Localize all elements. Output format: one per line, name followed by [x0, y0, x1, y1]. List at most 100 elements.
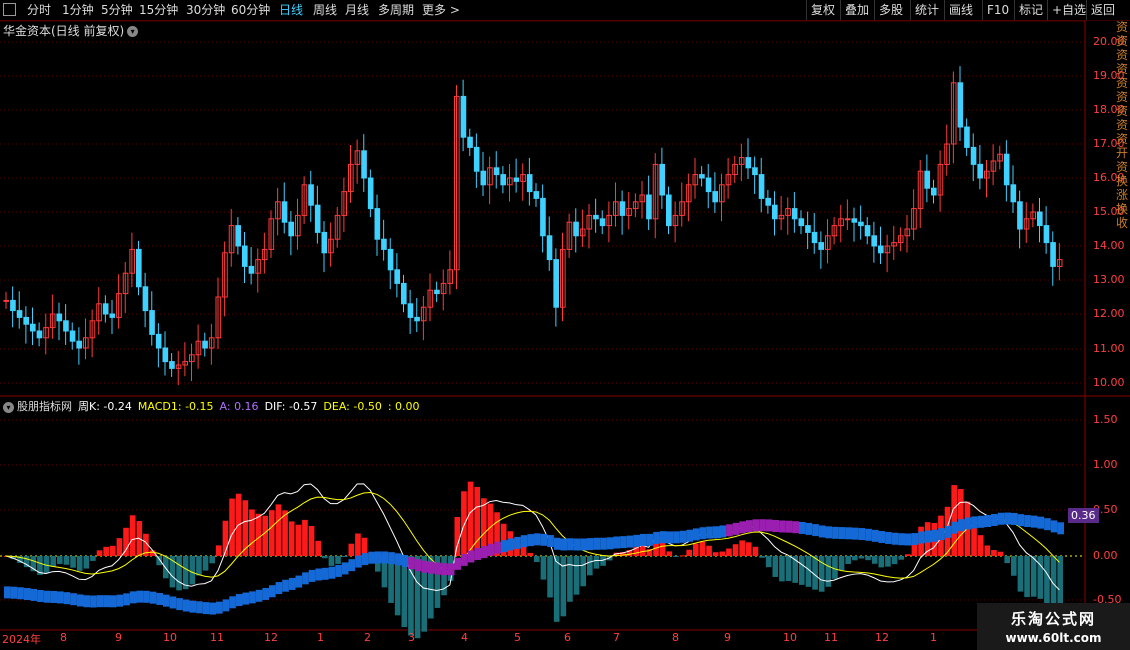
macd-bar	[911, 544, 918, 556]
candle-body	[619, 201, 626, 216]
trend-ribbon	[10, 586, 18, 599]
trend-ribbon	[428, 561, 435, 574]
indicator-axis-tick: 1.50	[1093, 413, 1118, 426]
macd-bar	[832, 556, 838, 579]
macd-bar	[699, 541, 706, 556]
candle-body	[155, 333, 162, 349]
trend-ribbon	[282, 579, 289, 592]
macd-bar	[752, 546, 759, 556]
trend-ribbon	[209, 602, 216, 615]
macd-bar	[70, 556, 76, 568]
trend-ribbon	[110, 595, 117, 608]
macd-bar	[686, 549, 692, 556]
macd-bar	[865, 556, 871, 561]
macd-bar	[50, 556, 56, 567]
macd-bar	[322, 556, 328, 559]
price-chart[interactable]	[0, 0, 1130, 650]
trend-ribbon	[43, 590, 51, 603]
trend-ribbon	[169, 596, 177, 609]
macd-bar	[593, 556, 600, 569]
trend-ribbon	[434, 562, 442, 575]
trend-ribbon	[401, 555, 409, 568]
macd-bar	[666, 551, 673, 556]
candle-body	[36, 330, 43, 339]
trend-ribbon	[229, 596, 236, 609]
date-axis-tick: 7	[613, 631, 620, 644]
trend-ribbon	[858, 528, 866, 541]
macd-bar	[1044, 556, 1050, 604]
trend-ribbon	[17, 587, 24, 600]
trend-ribbon	[852, 527, 859, 540]
macd-bar	[573, 556, 580, 595]
macd-bar	[580, 556, 586, 587]
date-axis-tick: 10	[163, 631, 177, 644]
trend-ribbon	[712, 526, 720, 539]
candle-body	[387, 248, 394, 271]
date-axis-tick: 3	[408, 631, 415, 644]
macd-bar	[1024, 556, 1030, 598]
candle-body	[76, 340, 82, 349]
indicator-value: 周K: -0.24	[78, 400, 132, 413]
date-axis-tick: 5	[514, 631, 521, 644]
trend-ribbon	[189, 600, 197, 613]
trend-ribbon	[381, 551, 389, 564]
date-axis-tick: 8	[672, 631, 679, 644]
macd-bar	[726, 548, 732, 556]
date-axis-tick: 11	[824, 631, 838, 644]
trend-ribbon	[587, 538, 594, 551]
macd-bar	[779, 556, 785, 582]
macd-bar	[706, 545, 712, 556]
candle-body	[871, 235, 877, 247]
trend-ribbon	[90, 595, 97, 608]
trend-ribbon	[752, 519, 760, 532]
candle-body	[1017, 201, 1023, 230]
trend-ribbon	[57, 591, 64, 604]
macd-bar	[739, 540, 745, 556]
candle-body	[957, 82, 964, 128]
trend-ribbon	[958, 519, 965, 532]
chevron-down-icon[interactable]: ▾	[3, 401, 14, 413]
candle-body	[526, 174, 533, 193]
trend-ribbon	[520, 535, 528, 548]
candle-body	[858, 221, 864, 227]
macd-bar	[799, 556, 805, 585]
trend-ribbon	[494, 541, 501, 554]
trend-ribbon	[951, 521, 958, 534]
macd-bar	[772, 556, 779, 577]
macd-bar	[679, 555, 686, 557]
macd-bar	[328, 556, 335, 566]
macd-bar	[991, 550, 997, 556]
macd-bar	[878, 556, 885, 568]
macd-bar	[83, 556, 90, 569]
candle-body	[367, 177, 374, 210]
trend-ribbon	[83, 595, 91, 608]
trend-ribbon	[76, 594, 84, 607]
trend-ribbon	[593, 537, 601, 550]
candle-body	[513, 177, 520, 182]
macd-bar	[335, 556, 341, 564]
candle-body	[1037, 211, 1043, 227]
trend-ribbon	[865, 528, 872, 541]
macd-bar	[63, 556, 70, 565]
trend-ribbon	[1004, 512, 1011, 525]
trend-ribbon	[792, 521, 799, 534]
macd-bar	[997, 551, 1004, 556]
indicator-header: ▾ 股朋指标网 周K: -0.24 MACD1: -0.15 A: 0.16 DIF: -…	[3, 398, 432, 414]
trend-ribbon	[606, 537, 614, 550]
date-axis-tick: 10	[783, 631, 797, 644]
trend-ribbon	[176, 598, 183, 611]
trend-ribbon	[759, 519, 766, 532]
trend-ribbon	[885, 531, 892, 544]
macd-bar	[984, 545, 991, 556]
trend-ribbon	[249, 591, 256, 604]
trend-ribbon	[262, 587, 269, 600]
indicator-axis-tick: 1.00	[1093, 458, 1118, 471]
macd-bar	[905, 554, 911, 556]
candle-body	[361, 150, 367, 179]
candle-body	[791, 208, 798, 220]
candle-body	[705, 177, 712, 193]
candle-body	[394, 269, 400, 284]
candle-body	[546, 235, 553, 261]
macd-bar	[553, 556, 560, 622]
candle-body	[467, 136, 473, 148]
